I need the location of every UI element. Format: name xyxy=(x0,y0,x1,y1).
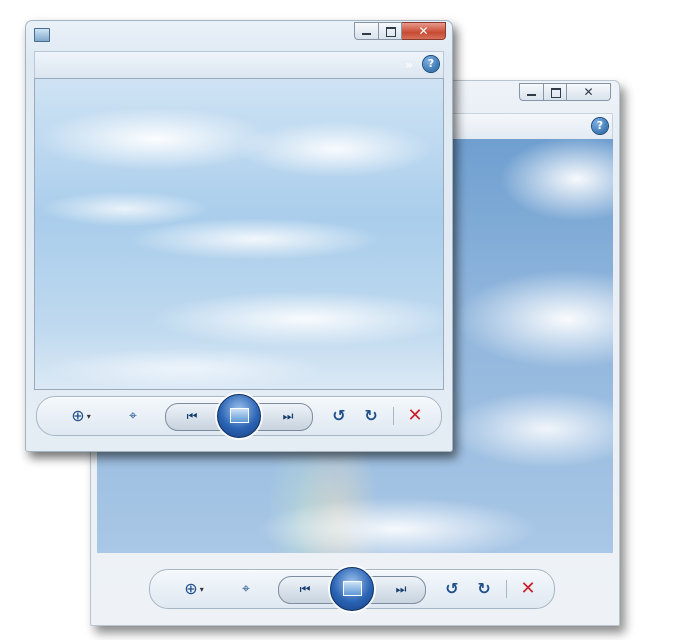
chevron-down-icon: ▾ xyxy=(199,584,204,594)
zoom-icon: ⊕ xyxy=(71,406,85,425)
close-icon: ✕ xyxy=(418,24,429,38)
rotate-right-icon: ↻ xyxy=(477,579,491,598)
delete-button[interactable]: ✕ xyxy=(403,403,427,429)
zoom-button[interactable]: ⊕ ▾ xyxy=(176,576,212,602)
slideshow-button[interactable] xyxy=(217,394,261,438)
rotate-left-icon: ↺ xyxy=(445,579,459,598)
rotate-left-icon: ↺ xyxy=(332,406,346,425)
viewer-toolbar: ⊕ ▾ ⌖ ⏮ ⏭ ↺ ↻ ✕ xyxy=(149,567,555,611)
delete-icon: ✕ xyxy=(520,578,536,599)
close-icon: ✕ xyxy=(583,85,594,99)
command-bar: » ? xyxy=(34,51,444,79)
zoom-button[interactable]: ⊕ ▾ xyxy=(63,403,99,429)
help-icon[interactable]: ? xyxy=(592,118,608,134)
caption-buttons: ✕ xyxy=(519,83,611,102)
minimize-button[interactable] xyxy=(519,83,543,101)
rotate-left-button[interactable]: ↺ xyxy=(327,403,351,429)
slideshow-icon xyxy=(230,408,249,423)
app-icon xyxy=(34,28,50,42)
close-button[interactable]: ✕ xyxy=(402,22,446,40)
caption-buttons: ✕ xyxy=(354,22,446,41)
next-icon: ⏭ xyxy=(282,409,294,423)
chevron-more-icon[interactable]: » xyxy=(405,57,413,73)
viewer-toolbar: ⊕ ▾ ⌖ ⏮ ⏭ ↺ ↻ ✕ xyxy=(36,394,442,438)
previous-button[interactable]: ⏮ xyxy=(177,403,207,429)
toolbar-divider xyxy=(393,407,394,425)
next-icon: ⏭ xyxy=(395,582,407,596)
rotate-right-button[interactable]: ↻ xyxy=(472,576,496,602)
previous-button[interactable]: ⏮ xyxy=(290,576,320,602)
zoom-icon: ⊕ xyxy=(184,579,198,598)
close-button[interactable]: ✕ xyxy=(567,83,611,101)
slideshow-icon xyxy=(343,581,362,596)
fit-window-icon: ⌖ xyxy=(129,408,137,424)
toolbar-divider xyxy=(506,580,507,598)
delete-button[interactable]: ✕ xyxy=(516,576,540,602)
chevron-down-icon: ▾ xyxy=(86,411,91,421)
fit-window-icon: ⌖ xyxy=(242,581,250,597)
maximize-icon xyxy=(386,27,396,37)
maximize-icon xyxy=(551,88,561,98)
previous-icon: ⏮ xyxy=(186,409,198,423)
previous-icon: ⏮ xyxy=(299,582,311,596)
next-button[interactable]: ⏭ xyxy=(386,576,416,602)
minimize-icon xyxy=(527,94,536,96)
maximize-button[interactable] xyxy=(378,22,402,40)
next-button[interactable]: ⏭ xyxy=(273,403,303,429)
rotate-right-icon: ↻ xyxy=(364,406,378,425)
minimize-button[interactable] xyxy=(354,22,378,40)
rotate-left-button[interactable]: ↺ xyxy=(440,576,464,602)
delete-icon: ✕ xyxy=(407,405,423,426)
photo-display xyxy=(34,78,444,390)
rotate-right-button[interactable]: ↻ xyxy=(359,403,383,429)
help-icon[interactable]: ? xyxy=(423,56,439,72)
actual-size-button[interactable]: ⌖ xyxy=(233,576,259,602)
actual-size-button[interactable]: ⌖ xyxy=(120,403,146,429)
minimize-icon xyxy=(362,33,371,35)
photo-viewer-window-front: ✕ » ? ⊕ ▾ ⌖ ⏮ ⏭ ↺ ↻ ✕ xyxy=(25,20,453,452)
maximize-button[interactable] xyxy=(543,83,567,101)
slideshow-button[interactable] xyxy=(330,567,374,611)
